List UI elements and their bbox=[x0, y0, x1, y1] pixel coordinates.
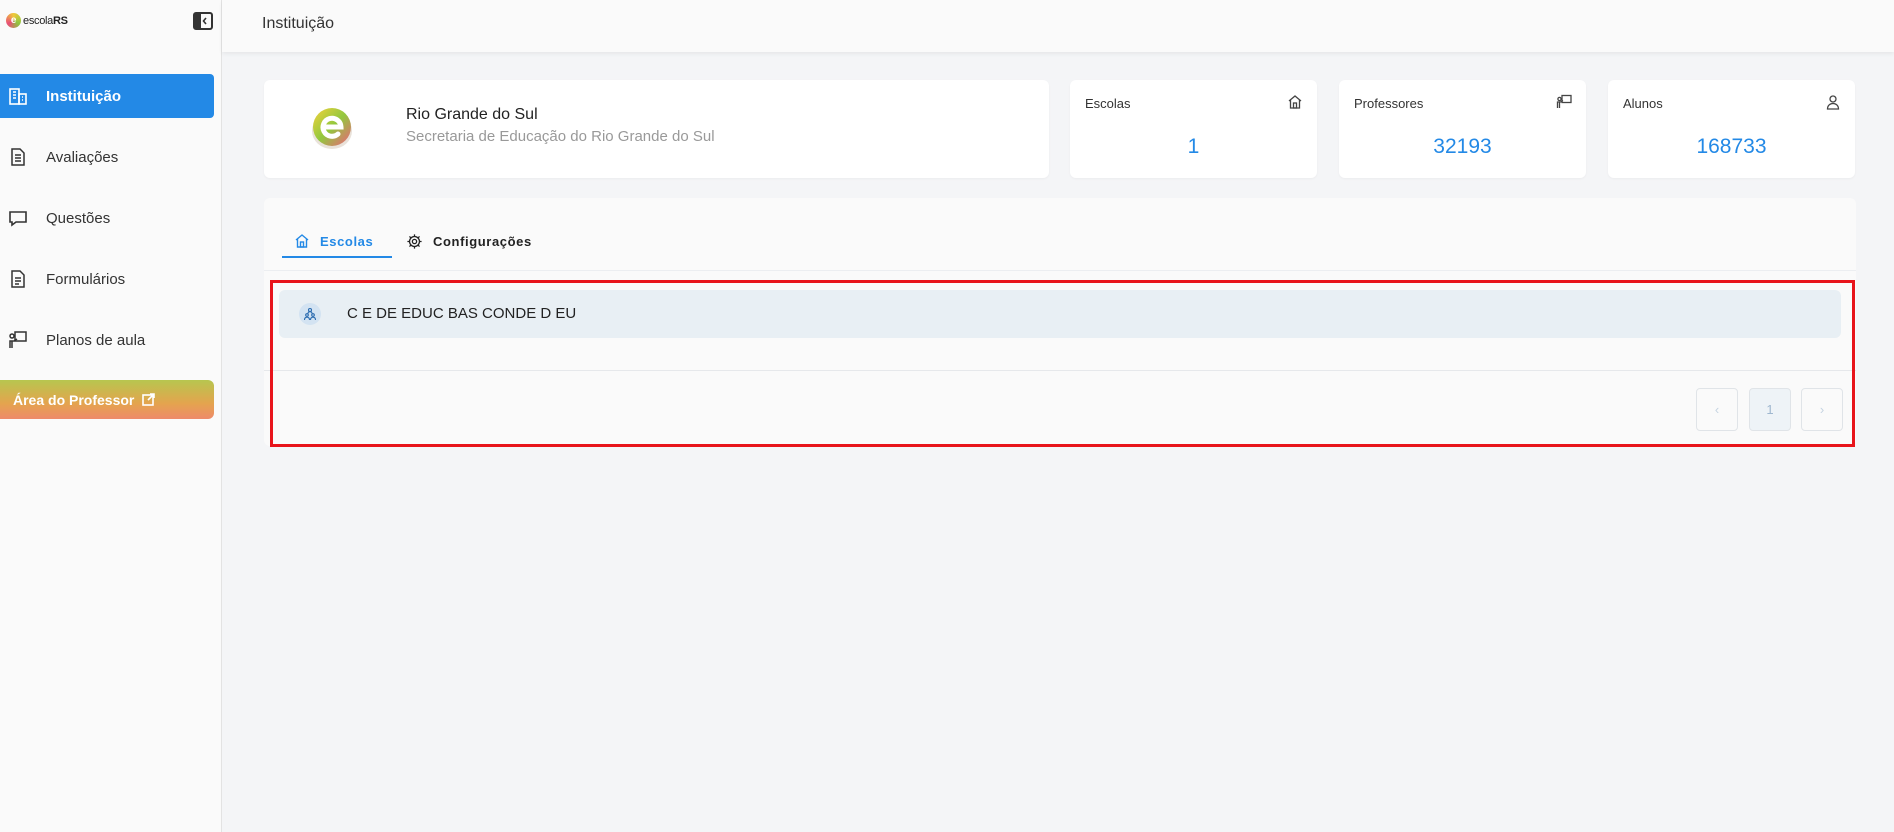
tab-bar: Escolas Configurações bbox=[264, 198, 1856, 271]
sidebar-item-formularios[interactable]: Formulários bbox=[0, 257, 214, 301]
sidebar-item-label: Avaliações bbox=[46, 148, 119, 166]
school-group-icon bbox=[299, 303, 321, 325]
sidebar-item-label: Questões bbox=[46, 209, 111, 227]
collapse-sidebar-icon[interactable] bbox=[193, 12, 213, 30]
stat-label: Alunos bbox=[1623, 96, 1663, 111]
sidebar-item-label: Formulários bbox=[46, 270, 126, 288]
sidebar: e escolaRS Instituição Avaliações Questõ… bbox=[0, 0, 222, 832]
chevron-right-icon: › bbox=[1819, 402, 1825, 417]
logo-text: escolaRS bbox=[23, 14, 68, 27]
form-icon bbox=[8, 269, 28, 289]
logo-mark: e bbox=[6, 13, 21, 28]
top-header: Instituição bbox=[222, 0, 1894, 52]
area-do-professor-label: Área do Professor bbox=[13, 391, 135, 408]
sidebar-item-planos-de-aula[interactable]: Planos de aula bbox=[0, 318, 214, 362]
tab-configuracoes[interactable]: Configurações bbox=[406, 226, 532, 256]
stat-label: Professores bbox=[1354, 96, 1424, 111]
institution-name: Rio Grande do Sul bbox=[406, 106, 538, 123]
building-icon bbox=[8, 86, 28, 106]
stat-label: Escolas bbox=[1085, 96, 1131, 111]
stat-value: 32193 bbox=[1433, 135, 1492, 158]
tab-escolas[interactable]: Escolas bbox=[282, 226, 392, 258]
page-number: 1 bbox=[1766, 402, 1774, 417]
sidebar-item-label: Instituição bbox=[46, 87, 122, 105]
area-do-professor-button[interactable]: Área do Professor bbox=[0, 380, 214, 419]
pagination-prev-button[interactable]: ‹ bbox=[1696, 388, 1738, 431]
stat-value: 168733 bbox=[1696, 135, 1767, 158]
app-logo[interactable]: e escolaRS bbox=[6, 13, 68, 28]
institution-logo bbox=[310, 105, 354, 151]
sidebar-item-label: Planos de aula bbox=[46, 331, 146, 349]
sidebar-nav: Instituição Avaliações Questões Formulár… bbox=[0, 74, 214, 379]
schools-panel: Escolas Configurações C E DE EDUC BAS CO… bbox=[264, 198, 1856, 446]
tab-label: Escolas bbox=[320, 233, 374, 249]
school-icon bbox=[1287, 94, 1303, 110]
school-list-item[interactable]: C E DE EDUC BAS CONDE D EU bbox=[279, 290, 1841, 338]
user-icon bbox=[1825, 94, 1841, 110]
stat-card-escolas: Escolas 1 bbox=[1070, 80, 1317, 178]
teacher-board-icon bbox=[8, 330, 28, 350]
chat-icon bbox=[8, 208, 28, 228]
institution-card: Rio Grande do Sul Secretaria de Educação… bbox=[264, 80, 1049, 178]
sidebar-item-questoes[interactable]: Questões bbox=[0, 196, 214, 240]
document-icon bbox=[8, 147, 28, 167]
chevron-left-icon: ‹ bbox=[1714, 402, 1720, 417]
stat-card-alunos: Alunos 168733 bbox=[1608, 80, 1855, 178]
stat-value: 1 bbox=[1187, 135, 1200, 158]
sidebar-item-avaliacoes[interactable]: Avaliações bbox=[0, 135, 214, 179]
external-link-icon bbox=[142, 393, 156, 406]
pagination-divider bbox=[264, 370, 1856, 371]
pagination-next-button[interactable]: › bbox=[1801, 388, 1843, 431]
tab-label: Configurações bbox=[433, 233, 532, 249]
stat-card-professores: Professores 32193 bbox=[1339, 80, 1586, 178]
teacher-board-icon bbox=[1556, 94, 1572, 110]
page-title: Instituição bbox=[262, 15, 335, 32]
home-icon bbox=[294, 233, 310, 249]
sidebar-item-instituicao[interactable]: Instituição bbox=[0, 74, 214, 118]
school-name: C E DE EDUC BAS CONDE D EU bbox=[347, 305, 577, 322]
pagination-page-button[interactable]: 1 bbox=[1749, 388, 1791, 431]
gear-icon bbox=[406, 233, 423, 250]
institution-subtitle: Secretaria de Educação do Rio Grande do … bbox=[406, 128, 715, 145]
